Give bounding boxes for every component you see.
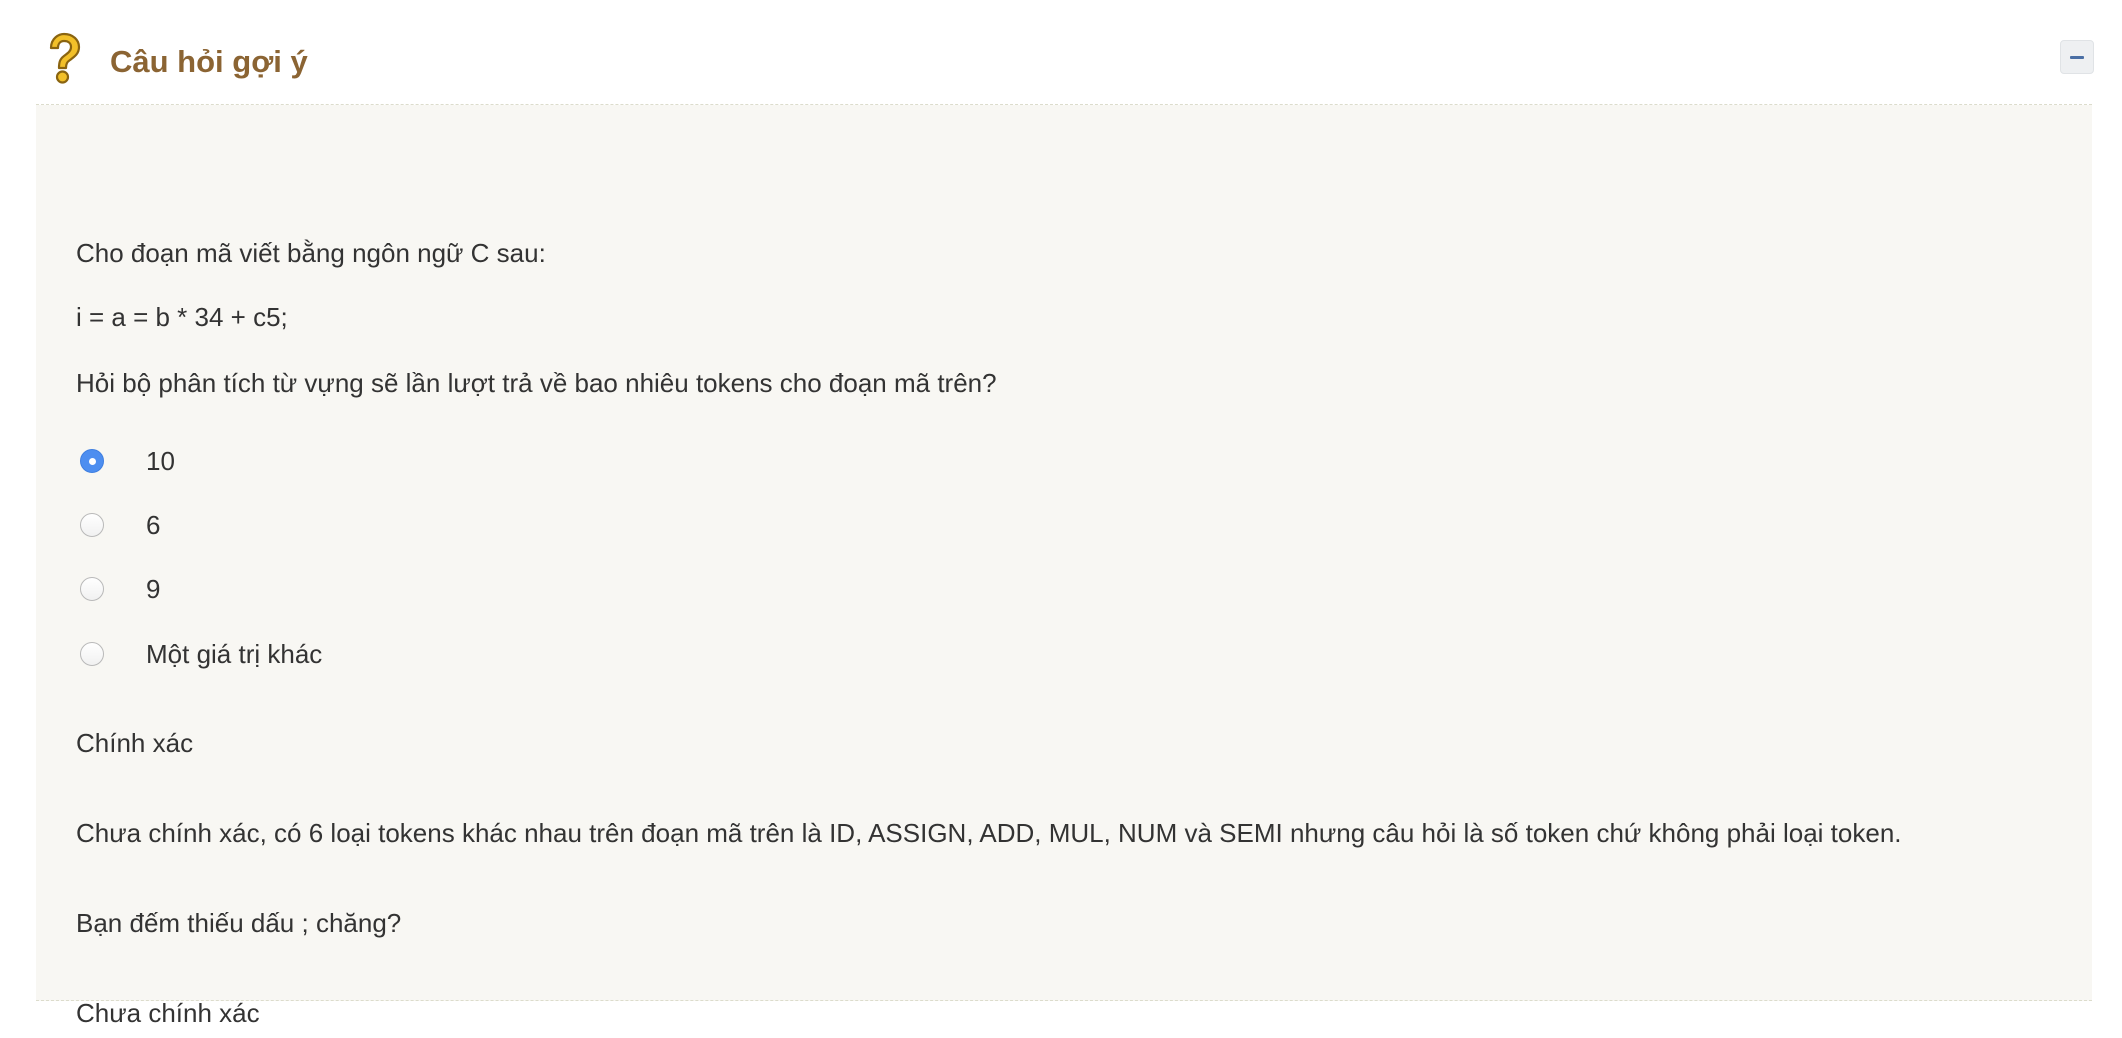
radio-button[interactable] [80,642,104,666]
question-content: Cho đoạn mã viết bằng ngôn ngữ C sau: i … [36,105,2092,1028]
block-header: Câu hỏi gợi ý [36,22,2094,105]
code-snippet: i = a = b * 34 + c5; [76,302,288,332]
radio-button[interactable] [80,513,104,537]
block-title: Câu hỏi gợi ý [110,44,308,79]
option-other[interactable]: Một giá trị khác [80,636,322,672]
feedback-hint: Bạn đếm thiếu dấu ; chăng? [76,908,402,938]
option-label: 9 [146,574,161,604]
feedback-explanation: Chưa chính xác, có 6 loại tokens khác nh… [76,818,1902,848]
feedback-correct: Chính xác [76,728,194,758]
radio-button[interactable] [80,577,104,601]
option-label: 6 [146,510,161,540]
radio-button-selected[interactable] [80,449,104,473]
option-9[interactable]: 9 [80,571,160,607]
question-mark-icon [49,32,81,84]
option-label: Một giá trị khác [146,639,323,669]
option-6[interactable]: 6 [80,507,160,543]
minus-icon [2070,56,2084,59]
question-prompt: Hỏi bộ phân tích từ vựng sẽ lần lượt trả… [76,368,997,398]
option-10[interactable]: 10 [80,443,175,479]
question-intro: Cho đoạn mã viết bằng ngôn ngữ C sau: [76,238,546,268]
feedback-incorrect: Chưa chính xác [76,998,260,1028]
hint-question-block: Câu hỏi gợi ý Cho đoạn mã viết bằng ngôn… [36,22,2094,1028]
collapse-button[interactable] [2060,40,2094,74]
option-label: 10 [146,446,175,476]
